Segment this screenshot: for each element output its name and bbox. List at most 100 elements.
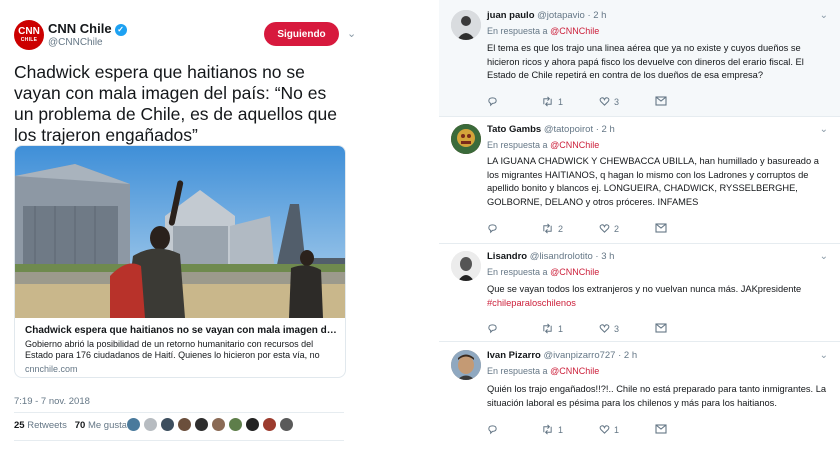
- reply-actions: 1 3: [487, 323, 707, 337]
- liker-avatar[interactable]: [177, 417, 192, 432]
- link-card[interactable]: Chadwick espera que haitianos no se vaya…: [14, 145, 346, 378]
- reply-time[interactable]: · 2 h: [587, 10, 606, 21]
- liker-avatar[interactable]: [160, 417, 175, 432]
- like-button[interactable]: 3: [599, 323, 619, 334]
- liker-avatar[interactable]: [279, 417, 294, 432]
- like-button[interactable]: 2: [599, 223, 619, 234]
- avatar[interactable]: [451, 10, 481, 40]
- reply-text: El tema es que los trajo una linea aérea…: [487, 43, 804, 80]
- liker-avatar[interactable]: [194, 417, 209, 432]
- message-button[interactable]: [655, 424, 667, 434]
- reply-author-name[interactable]: Tato Gambs: [487, 124, 541, 135]
- envelope-icon: [655, 223, 667, 233]
- chevron-down-icon[interactable]: ⌄: [347, 27, 356, 40]
- retweet-button[interactable]: 1: [541, 96, 563, 107]
- liker-avatar[interactable]: [211, 417, 226, 432]
- liker-avatar[interactable]: [143, 417, 158, 432]
- message-button[interactable]: [655, 323, 667, 333]
- card-description: Gobierno abrió la posibilidad de un reto…: [25, 339, 320, 360]
- reply-header: juan paulo @jotapavio · 2 h: [487, 10, 606, 21]
- reply-author-name[interactable]: Lisandro: [487, 251, 527, 262]
- reply-button[interactable]: [487, 223, 502, 234]
- chevron-down-icon[interactable]: ⌄: [820, 10, 828, 21]
- author-handle[interactable]: @CNNChile: [48, 37, 103, 48]
- likes-count: 70: [74, 420, 86, 431]
- mention-link[interactable]: @CNNChile: [550, 140, 599, 150]
- divider: [14, 440, 344, 441]
- chevron-down-icon[interactable]: ⌄: [820, 350, 828, 361]
- likes-stat[interactable]: 70 Me gusta: [75, 420, 127, 431]
- liker-avatar[interactable]: [262, 417, 277, 432]
- reply-header: Ivan Pizarro @ivanpizarro727 · 2 h: [487, 350, 637, 361]
- reply-tweet[interactable]: Tato Gambs @tatopoirot · 2 h ⌄ En respue…: [439, 117, 840, 244]
- reply-icon: [488, 224, 497, 234]
- in-reply-prefix: En respuesta a: [487, 140, 548, 150]
- message-button[interactable]: [655, 96, 667, 106]
- reply-author-handle[interactable]: @ivanpizarro727: [544, 350, 616, 361]
- hashtag-link[interactable]: #chileparaloschilenos: [487, 298, 576, 308]
- avatar[interactable]: [451, 350, 481, 380]
- author-name[interactable]: CNN Chile: [48, 21, 112, 36]
- retweets-label: Retweets: [27, 420, 67, 431]
- envelope-icon: [655, 96, 667, 106]
- like-button[interactable]: 1: [599, 424, 619, 435]
- logo-subtext: CHILE: [20, 37, 38, 43]
- heart-icon: [599, 425, 610, 434]
- following-button[interactable]: Siguiendo: [264, 22, 339, 46]
- retweets-count: 25: [14, 420, 25, 431]
- in-reply-to: En respuesta a @CNNChile: [487, 26, 599, 36]
- mention-link[interactable]: @CNNChile: [550, 267, 599, 277]
- reply-time[interactable]: · 2 h: [618, 350, 637, 361]
- message-button[interactable]: [655, 223, 667, 233]
- reply-actions: 1 3: [487, 96, 707, 110]
- avatar[interactable]: [451, 124, 481, 154]
- reply-time[interactable]: · 3 h: [595, 251, 614, 262]
- reply-author-name[interactable]: Ivan Pizarro: [487, 350, 541, 361]
- cnn-chile-avatar[interactable]: CNN CHILE: [14, 20, 44, 50]
- envelope-icon: [655, 424, 667, 434]
- chevron-down-icon[interactable]: ⌄: [820, 124, 828, 135]
- like-button[interactable]: 3: [599, 96, 619, 107]
- retweet-icon: [543, 323, 552, 334]
- reply-header: Tato Gambs @tatopoirot · 2 h: [487, 124, 615, 135]
- liker-avatar[interactable]: [228, 417, 243, 432]
- reply-author-name[interactable]: juan paulo: [487, 10, 535, 21]
- tweet-stats: 25 Retweets 70 Me gusta: [14, 420, 127, 431]
- logo-text: CNN: [18, 26, 40, 37]
- reply-text: Que se vayan todos los extranjeros y no …: [487, 284, 802, 294]
- retweet-button[interactable]: 1: [541, 424, 563, 435]
- reply-author-handle[interactable]: @jotapavio: [537, 10, 585, 21]
- like-count: 1: [614, 424, 620, 435]
- retweet-count: 1: [558, 424, 564, 435]
- avatar[interactable]: [451, 251, 481, 281]
- mention-link[interactable]: @CNNChile: [550, 366, 599, 376]
- reply-button[interactable]: [487, 424, 502, 435]
- chevron-down-icon[interactable]: ⌄: [820, 251, 828, 262]
- reply-header: Lisandro @lisandrolotito · 3 h: [487, 251, 614, 262]
- like-count: 3: [614, 323, 620, 334]
- liker-avatar[interactable]: [245, 417, 260, 432]
- retweets-stat[interactable]: 25 Retweets: [14, 420, 67, 431]
- in-reply-to: En respuesta a @CNNChile: [487, 267, 599, 277]
- reply-tweet[interactable]: Lisandro @lisandrolotito · 3 h ⌄ En resp…: [439, 244, 840, 342]
- reply-tweet[interactable]: Ivan Pizarro @ivanpizarro727 · 2 h ⌄ En …: [439, 342, 840, 451]
- verified-badge-icon: ✓: [114, 24, 127, 36]
- reply-button[interactable]: [487, 323, 502, 334]
- card-title[interactable]: Chadwick espera que haitianos no se vaya…: [25, 325, 341, 336]
- reply-author-handle[interactable]: @tatopoirot: [544, 124, 593, 135]
- retweet-button[interactable]: 1: [541, 323, 563, 334]
- retweet-count: 2: [558, 223, 564, 234]
- card-image[interactable]: [15, 146, 345, 318]
- retweet-button[interactable]: 2: [541, 223, 563, 234]
- tweet-timestamp[interactable]: 7:19 - 7 nov. 2018: [14, 396, 90, 407]
- replies-list: juan paulo @jotapavio · 2 h ⌄ En respues…: [439, 0, 840, 451]
- heart-icon: [599, 97, 610, 106]
- mention-link[interactable]: @CNNChile: [550, 26, 599, 36]
- liker-avatar[interactable]: [126, 417, 141, 432]
- author-name-row[interactable]: CNN Chile ✓: [48, 21, 127, 36]
- reply-tweet[interactable]: juan paulo @jotapavio · 2 h ⌄ En respues…: [439, 0, 840, 117]
- in-reply-prefix: En respuesta a: [487, 366, 548, 376]
- reply-time[interactable]: · 2 h: [596, 124, 615, 135]
- reply-author-handle[interactable]: @lisandrolotito: [530, 251, 593, 262]
- reply-button[interactable]: [487, 96, 502, 107]
